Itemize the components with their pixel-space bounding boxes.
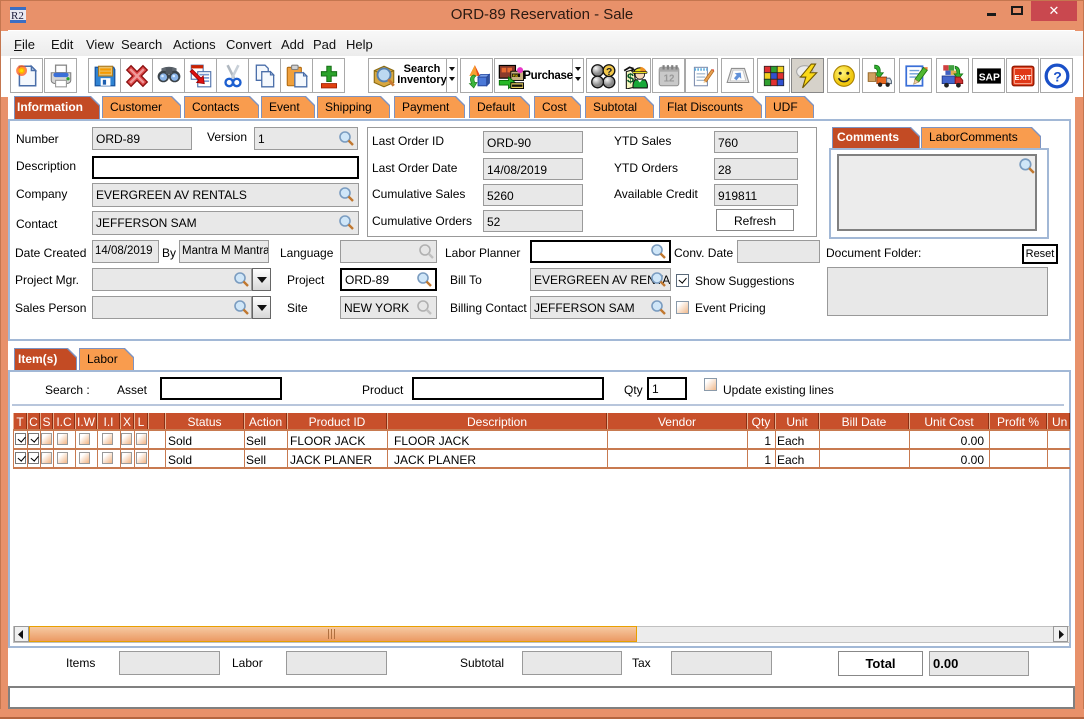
svg-text:12: 12 — [664, 73, 675, 84]
svg-text:?: ? — [606, 67, 612, 78]
svg-text:R2: R2 — [11, 10, 24, 22]
svg-text:SAP: SAP — [979, 72, 1000, 83]
svg-text:FIX: FIX — [513, 74, 519, 78]
svg-text:?: ? — [1053, 68, 1062, 84]
svg-text:EXIT: EXIT — [1015, 73, 1032, 82]
